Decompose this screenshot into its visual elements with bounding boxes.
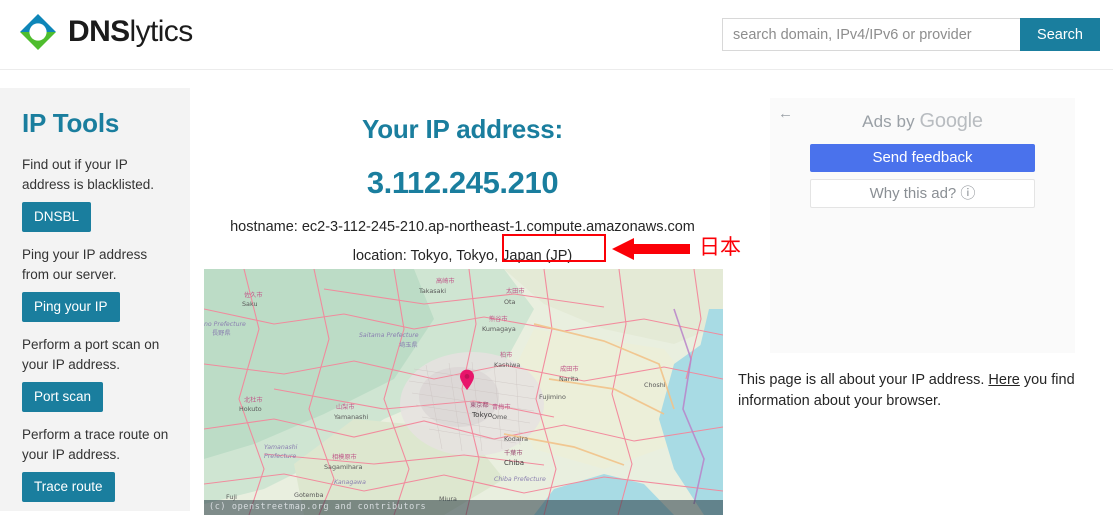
svg-text:Yamanashi: Yamanashi <box>333 413 368 421</box>
svg-text:相模原市: 相模原市 <box>332 453 357 461</box>
search-input[interactable] <box>722 18 1020 51</box>
svg-text:Ome: Ome <box>492 413 507 421</box>
svg-text:Kashiwa: Kashiwa <box>494 361 520 369</box>
svg-text:太田市: 太田市 <box>506 287 525 295</box>
page-root: DNSlytics Search IP Tools Find out if yo… <box>0 0 1113 528</box>
svg-text:Ota: Ota <box>504 298 516 306</box>
svg-text:Chiba: Chiba <box>504 459 524 467</box>
svg-text:Choshi: Choshi <box>644 381 666 389</box>
sidebar-desc-port-scan: Perform a port scan on your IP address. <box>22 335 174 375</box>
svg-text:Fujimino: Fujimino <box>539 393 566 401</box>
svg-text:Yamanashi: Yamanashi <box>264 444 298 451</box>
search-button[interactable]: Search <box>1020 18 1100 51</box>
sidebar-ip-tools: IP Tools Find out if your IP address is … <box>0 88 190 511</box>
svg-text:Gotemba: Gotemba <box>294 491 324 499</box>
svg-text:Kanagawa: Kanagawa <box>334 479 366 486</box>
svg-text:東京都: 東京都 <box>470 401 489 409</box>
svg-text:青梅市: 青梅市 <box>492 403 511 411</box>
svg-text:成田市: 成田市 <box>560 365 579 373</box>
svg-text:Saku: Saku <box>242 300 258 308</box>
sidebar-desc-ping: Ping your IP address from our server. <box>22 245 174 285</box>
ip-address-value: 3.112.245.210 <box>190 165 735 201</box>
brand-logo[interactable]: DNSlytics <box>19 13 193 51</box>
svg-text:Tokyo: Tokyo <box>471 410 492 419</box>
svg-text:長野県: 長野県 <box>212 329 231 337</box>
svg-text:Kumagaya: Kumagaya <box>482 325 516 333</box>
svg-text:埼玉県: 埼玉県 <box>399 341 418 349</box>
svg-text:Prefecture: Prefecture <box>264 452 296 460</box>
ads-by-google-label: Ads by Google <box>770 98 1075 133</box>
dnslytics-diamond-logo <box>19 13 57 51</box>
svg-text:千葉市: 千葉市 <box>504 449 523 457</box>
google-brand-text: Google <box>920 110 983 132</box>
brand-text-light: lytics <box>130 15 193 48</box>
svg-text:山梨市: 山梨市 <box>336 403 355 411</box>
site-header: DNSlytics Search <box>0 0 1113 70</box>
brand-wordmark: DNSlytics <box>68 13 193 51</box>
google-ads-panel: ← Ads by Google Send feedback Why this a… <box>770 98 1075 353</box>
svg-text:no Prefecture: no Prefecture <box>204 320 246 328</box>
svg-text:Kodaira: Kodaira <box>504 435 528 443</box>
svg-text:佐久市: 佐久市 <box>244 291 263 299</box>
svg-text:Saitama Prefecture: Saitama Prefecture <box>359 331 419 339</box>
why-this-ad-button[interactable]: Why this ad? ⓘ <box>810 179 1035 208</box>
map-attribution: (c) openstreetmap.org and contributors <box>204 500 723 515</box>
svg-text:熊谷市: 熊谷市 <box>489 315 508 323</box>
sidebar-desc-trace-route: Perform a trace route on your IP address… <box>22 425 174 465</box>
search-bar: Search <box>722 18 1100 51</box>
svg-text:Takasaki: Takasaki <box>418 287 446 295</box>
annotation-note-japanese: 日本 <box>699 234 741 261</box>
svg-text:柏市: 柏市 <box>500 351 512 359</box>
left-arrow-annotation <box>612 238 690 265</box>
map-pin-marker <box>459 369 475 391</box>
sidebar-item-trace-route[interactable]: Trace route <box>22 472 115 502</box>
hostname-line: hostname: ec2-3-112-245-210.ap-northeast… <box>190 219 735 235</box>
sidebar-item-dnsbl[interactable]: DNSBL <box>22 202 91 232</box>
sidebar-desc-dnsbl: Find out if your IP address is blacklist… <box>22 155 174 195</box>
svg-text:Chiba Prefecture: Chiba Prefecture <box>494 475 546 483</box>
ads-by-text: Ads by <box>862 112 919 131</box>
sidebar-item-ping-your-ip[interactable]: Ping your IP <box>22 292 120 322</box>
blurb-part-1: This page is all about your IP address. <box>738 372 988 388</box>
svg-text:北杜市: 北杜市 <box>244 396 263 404</box>
location-map[interactable]: Saku Takasaki Ota Kumagaya Hokuto Yamana… <box>204 269 723 515</box>
brand-text-bold: DNS <box>68 15 130 48</box>
svg-text:高崎市: 高崎市 <box>436 277 455 285</box>
svg-text:Hokuto: Hokuto <box>239 405 262 413</box>
send-feedback-button[interactable]: Send feedback <box>810 144 1035 172</box>
svg-text:Narita: Narita <box>559 375 579 383</box>
back-arrow-icon[interactable]: ← <box>778 106 793 121</box>
svg-text:Sagamihara: Sagamihara <box>324 463 363 471</box>
sidebar-item-port-scan[interactable]: Port scan <box>22 382 103 412</box>
page-title: Your IP address: <box>190 114 735 145</box>
map-tiles: Saku Takasaki Ota Kumagaya Hokuto Yamana… <box>204 269 723 515</box>
sidebar-title: IP Tools <box>22 108 174 139</box>
browser-info-link[interactable]: Here <box>988 372 1019 388</box>
page-blurb: This page is all about your IP address. … <box>738 370 1088 412</box>
